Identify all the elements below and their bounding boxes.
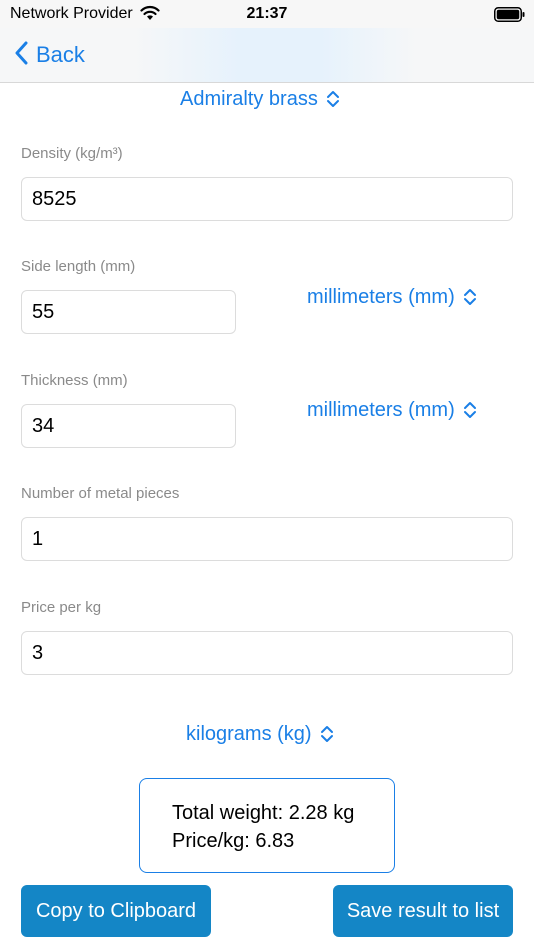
chevron-up-down-icon (463, 402, 476, 418)
thickness-unit-picker[interactable]: millimeters (mm) (307, 398, 477, 422)
density-input[interactable] (21, 177, 513, 221)
save-result-button[interactable]: Save result to list (333, 885, 513, 937)
chevron-up-down-icon (320, 726, 333, 742)
battery-icon (494, 7, 526, 28)
back-label: Back (36, 42, 85, 67)
side-length-input[interactable] (21, 290, 236, 334)
side-length-unit-picker[interactable]: millimeters (mm) (307, 285, 477, 309)
weight-unit-label: kilograms (kg) (186, 722, 312, 745)
clock-time: 21:37 (246, 5, 288, 22)
density-label: Density (kg/m³) (21, 145, 123, 162)
total-weight-text: Total weight: 2.28 kg (172, 802, 355, 824)
price-per-kg-text: Price/kg: 6.83 (172, 830, 295, 852)
side-length-label: Side length (mm) (21, 258, 136, 275)
chevron-up-down-icon (463, 289, 476, 305)
chevron-left-icon (14, 41, 28, 70)
price-label: Price per kg (21, 599, 102, 616)
weight-unit-picker[interactable]: kilograms (kg) (186, 722, 334, 746)
material-picker-label: Admiralty brass (180, 87, 318, 110)
thickness-label: Thickness (mm) (21, 372, 128, 389)
chevron-up-down-icon (326, 91, 339, 107)
side-length-unit-label: millimeters (mm) (307, 285, 455, 308)
result-box: Total weight: 2.28 kg Price/kg: 6.83 (139, 778, 395, 873)
copy-to-clipboard-button[interactable]: Copy to Clipboard (21, 885, 211, 937)
pieces-input[interactable] (21, 517, 513, 561)
back-button[interactable]: Back (14, 40, 85, 70)
status-bar: Network Provider 21:37 (0, 0, 534, 28)
material-picker[interactable]: Admiralty brass (180, 87, 340, 111)
pieces-label: Number of metal pieces (21, 485, 180, 502)
thickness-unit-label: millimeters (mm) (307, 398, 455, 421)
thickness-input[interactable] (21, 404, 236, 448)
navigation-bar: Back (0, 28, 534, 83)
price-input[interactable] (21, 631, 513, 675)
